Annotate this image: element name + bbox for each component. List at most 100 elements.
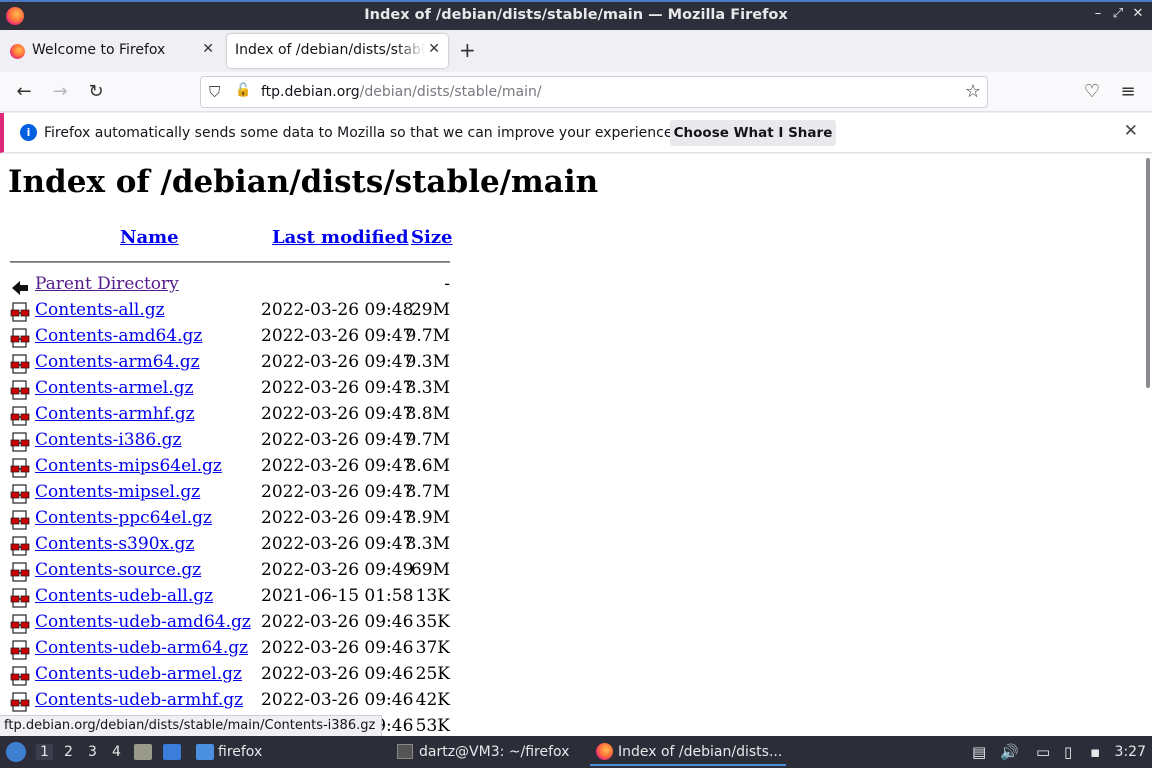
scrollbar-thumb[interactable] <box>1146 158 1150 388</box>
file-last-modified: 2022-03-26 09:47 <box>261 534 414 554</box>
link-status-url: ftp.debian.org/debian/dists/stable/main/… <box>0 715 383 736</box>
notes-icon[interactable]: ▯ <box>1064 743 1072 761</box>
compressed-file-icon <box>10 614 30 634</box>
file-last-modified: 2022-03-26 09:47 <box>261 326 414 346</box>
file-link[interactable]: Contents-ppc64el.gz <box>35 508 212 528</box>
compressed-file-icon <box>10 510 30 530</box>
file-link[interactable]: Contents-all.gz <box>35 300 165 320</box>
tab-index[interactable]: Index of /debian/dists/stable/main ✕ <box>227 34 448 68</box>
terminal-icon <box>397 744 413 759</box>
window-titlebar: Index of /debian/dists/stable/main — Moz… <box>0 0 1152 30</box>
file-size: 8.8M <box>405 404 450 424</box>
file-size: 37K <box>415 638 450 658</box>
file-size: 8.9M <box>405 508 450 528</box>
file-last-modified: 2022-03-26 09:48 <box>261 300 414 320</box>
file-link[interactable]: Contents-mipsel.gz <box>35 482 200 502</box>
notification-close-icon[interactable]: ✕ <box>1124 121 1138 141</box>
file-link[interactable]: Contents-udeb-arm64.gz <box>35 638 248 658</box>
file-link[interactable]: Contents-source.gz <box>35 560 201 580</box>
file-last-modified: 2022-03-26 09:46 <box>261 690 414 710</box>
tab-close-icon[interactable]: ✕ <box>202 41 214 57</box>
tab-welcome[interactable]: Welcome to Firefox ✕ <box>0 34 222 68</box>
reload-button[interactable]: ↻ <box>85 81 107 102</box>
file-link[interactable]: Contents-s390x.gz <box>35 534 194 554</box>
workspace-1[interactable]: 1 <box>36 744 53 760</box>
tab-close-icon[interactable]: ✕ <box>428 41 440 57</box>
minimize-button[interactable]: – <box>1090 6 1106 21</box>
compressed-file-icon <box>10 302 30 322</box>
file-last-modified: 2022-03-26 09:46 <box>261 638 414 658</box>
file-last-modified: 2022-03-26 09:47 <box>261 456 414 476</box>
file-manager-icon[interactable] <box>134 744 152 760</box>
file-link[interactable]: Contents-udeb-all.gz <box>35 586 213 606</box>
compressed-file-icon <box>10 588 30 608</box>
file-size: 25K <box>415 664 450 684</box>
taskbar-item-terminal[interactable]: dartz@VM3: ~/firefox <box>419 744 569 760</box>
file-row: Contents-source.gz 2022-03-26 09:49 69M <box>0 559 460 585</box>
file-row: Contents-i386.gz 2022-03-26 09:47 9.7M <box>0 429 460 455</box>
parent-directory-link[interactable]: Parent Directory <box>35 274 179 294</box>
file-row: Contents-armhf.gz 2022-03-26 09:47 8.8M <box>0 403 460 429</box>
workspace-3[interactable]: 3 <box>88 744 97 760</box>
clipboard-icon[interactable]: ▤ <box>972 743 986 761</box>
bookmark-star-icon[interactable]: ☆ <box>965 81 981 102</box>
taskbar-item-firefox-folder[interactable]: firefox <box>218 744 262 760</box>
show-desktop-icon[interactable] <box>163 744 181 760</box>
notification-icon[interactable]: ▪ <box>1090 743 1100 761</box>
file-last-modified: 2022-03-26 09:49 <box>261 560 414 580</box>
file-row: Contents-udeb-all.gz 2021-06-15 01:58 13K <box>0 585 460 611</box>
taskbar: 1 2 3 4 firefox dartz@VM3: ~/firefox Ind… <box>0 736 1152 768</box>
file-size: 53K <box>415 716 450 736</box>
back-button[interactable]: ← <box>13 81 35 102</box>
data-reporting-notification: i Firefox automatically sends some data … <box>0 113 1152 153</box>
volume-icon[interactable]: 🔊 <box>1000 743 1019 761</box>
file-link[interactable]: Contents-i386.gz <box>35 430 181 450</box>
url-host: ftp.debian.org <box>261 84 360 100</box>
file-row: Contents-all.gz 2022-03-26 09:48 29M <box>0 299 460 325</box>
page-scrollbar[interactable] <box>1144 154 1152 736</box>
compressed-file-icon <box>10 432 30 452</box>
pocket-icon[interactable]: ♡ <box>1081 81 1103 102</box>
compressed-file-icon <box>10 380 30 400</box>
network-icon[interactable]: ▭ <box>1036 743 1050 761</box>
file-link[interactable]: Contents-udeb-armhf.gz <box>35 690 243 710</box>
column-header-name[interactable]: Name <box>120 227 179 248</box>
page-title: Index of /debian/dists/stable/main <box>8 164 599 200</box>
back-arrow-icon <box>12 281 28 295</box>
url-text[interactable]: ftp.debian.org/debian/dists/stable/main/ <box>261 84 542 100</box>
page-content: Index of /debian/dists/stable/main Name … <box>0 154 1144 736</box>
hamburger-menu-icon[interactable]: ≡ <box>1117 81 1139 102</box>
file-size: 29M <box>410 300 450 320</box>
file-link[interactable]: Contents-udeb-amd64.gz <box>35 612 251 632</box>
tab-label: Index of /debian/dists/stable/main <box>235 42 425 58</box>
file-link[interactable]: Contents-udeb-armel.gz <box>35 664 242 684</box>
column-header-last-modified[interactable]: Last modified <box>272 227 409 248</box>
choose-what-i-share-button[interactable]: Choose What I Share <box>670 120 836 146</box>
tracking-protection-icon[interactable]: ⛉ <box>209 83 220 101</box>
forward-button[interactable]: → <box>49 81 71 102</box>
workspace-2[interactable]: 2 <box>64 744 73 760</box>
file-row: Contents-mips64el.gz 2022-03-26 09:47 8.6M <box>0 455 460 481</box>
file-size: - <box>444 274 450 294</box>
url-bar[interactable]: ⛉ 🔓 ftp.debian.org/debian/dists/stable/m… <box>200 76 988 108</box>
file-row: Contents-mipsel.gz 2022-03-26 09:47 8.7M <box>0 481 460 507</box>
maximize-button[interactable]: ⤢ <box>1110 6 1126 21</box>
window-title: Index of /debian/dists/stable/main — Moz… <box>364 7 788 23</box>
close-window-button[interactable]: ✕ <box>1130 6 1146 21</box>
new-tab-button[interactable]: + <box>459 38 476 62</box>
file-row: Contents-amd64.gz 2022-03-26 09:47 9.7M <box>0 325 460 351</box>
file-row: Contents-udeb-arm64.gz 2022-03-26 09:46 37… <box>0 637 460 663</box>
file-size: 9.7M <box>405 430 450 450</box>
insecure-connection-icon[interactable]: 🔓 <box>235 83 251 98</box>
file-size: 8.7M <box>405 482 450 502</box>
start-menu-icon[interactable] <box>6 742 26 762</box>
workspace-4[interactable]: 4 <box>112 744 121 760</box>
taskbar-item-firefox-window[interactable]: Index of /debian/dists... <box>590 744 786 766</box>
file-link[interactable]: Contents-armel.gz <box>35 378 193 398</box>
compressed-file-icon <box>10 562 30 582</box>
column-header-size[interactable]: Size <box>411 227 453 248</box>
file-link[interactable]: Contents-mips64el.gz <box>35 456 222 476</box>
file-link[interactable]: Contents-armhf.gz <box>35 404 195 424</box>
file-link[interactable]: Contents-amd64.gz <box>35 326 202 346</box>
file-link[interactable]: Contents-arm64.gz <box>35 352 200 372</box>
